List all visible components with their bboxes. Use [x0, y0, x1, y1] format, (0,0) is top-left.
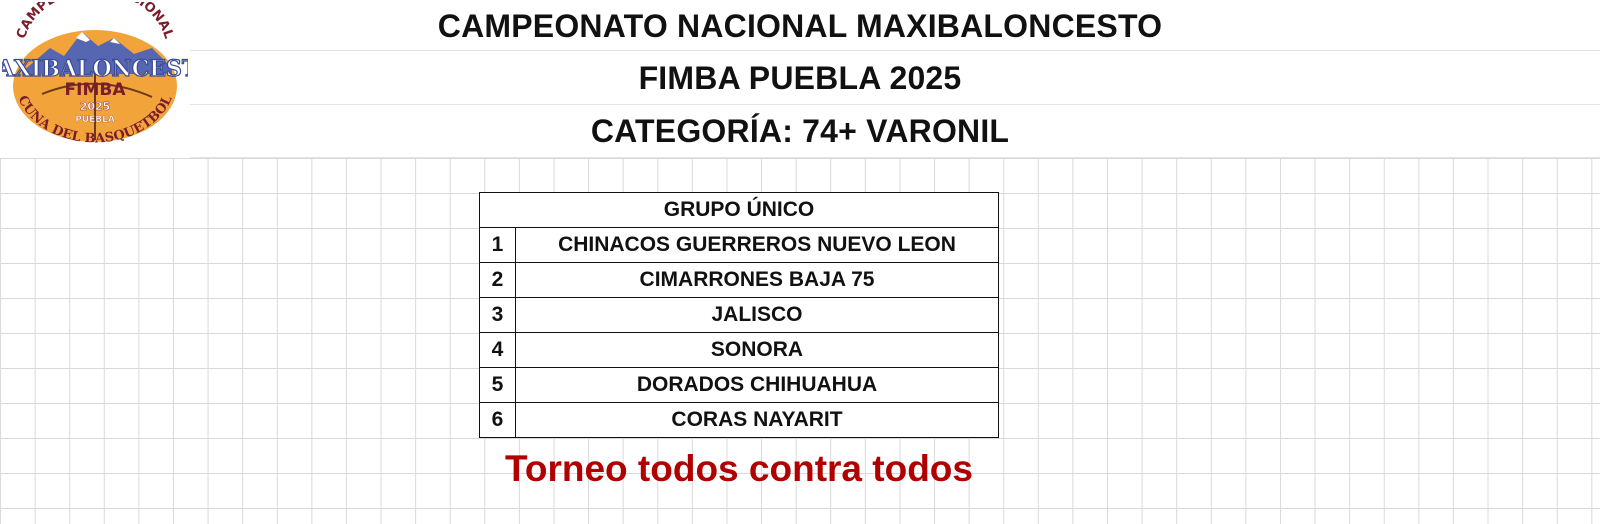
team-name[interactable]: SONORA [515, 332, 999, 368]
page-title: CAMPEONATO NACIONAL MAXIBALONCESTO [437, 8, 1163, 44]
group-table: GRUPO ÚNICO 1 CHINACOS GUERREROS NUEVO L… [479, 192, 999, 438]
group-title[interactable]: GRUPO ÚNICO [479, 192, 999, 228]
table-row: 1 CHINACOS GUERREROS NUEVO LEON [479, 227, 999, 263]
category-title: CATEGORÍA: 74+ VARONIL [590, 113, 1010, 149]
team-number[interactable]: 1 [479, 227, 516, 263]
team-number[interactable]: 3 [479, 297, 516, 333]
team-name[interactable]: JALISCO [515, 297, 999, 333]
table-row: 2 CIMARRONES BAJA 75 [479, 262, 999, 298]
team-number[interactable]: 5 [479, 367, 516, 403]
table-row: 4 SONORA [479, 332, 999, 368]
team-number[interactable]: 6 [479, 402, 516, 438]
team-name[interactable]: CORAS NAYARIT [515, 402, 999, 438]
table-row: 3 JALISCO [479, 297, 999, 333]
svg-text:2025: 2025 [80, 100, 111, 113]
team-name[interactable]: CHINACOS GUERREROS NUEVO LEON [515, 227, 999, 263]
event-subtitle: FIMBA PUEBLA 2025 [638, 60, 962, 96]
group-header-row: GRUPO ÚNICO [479, 192, 999, 228]
tournament-format-note: Torneo todos contra todos [505, 448, 973, 489]
table-row: 6 CORAS NAYARIT [479, 402, 999, 438]
team-name[interactable]: CIMARRONES BAJA 75 [515, 262, 999, 298]
team-name[interactable]: DORADOS CHIHUAHUA [515, 367, 999, 403]
team-number[interactable]: 4 [479, 332, 516, 368]
team-number[interactable]: 2 [479, 262, 516, 298]
table-row: 5 DORADOS CHIHUAHUA [479, 367, 999, 403]
